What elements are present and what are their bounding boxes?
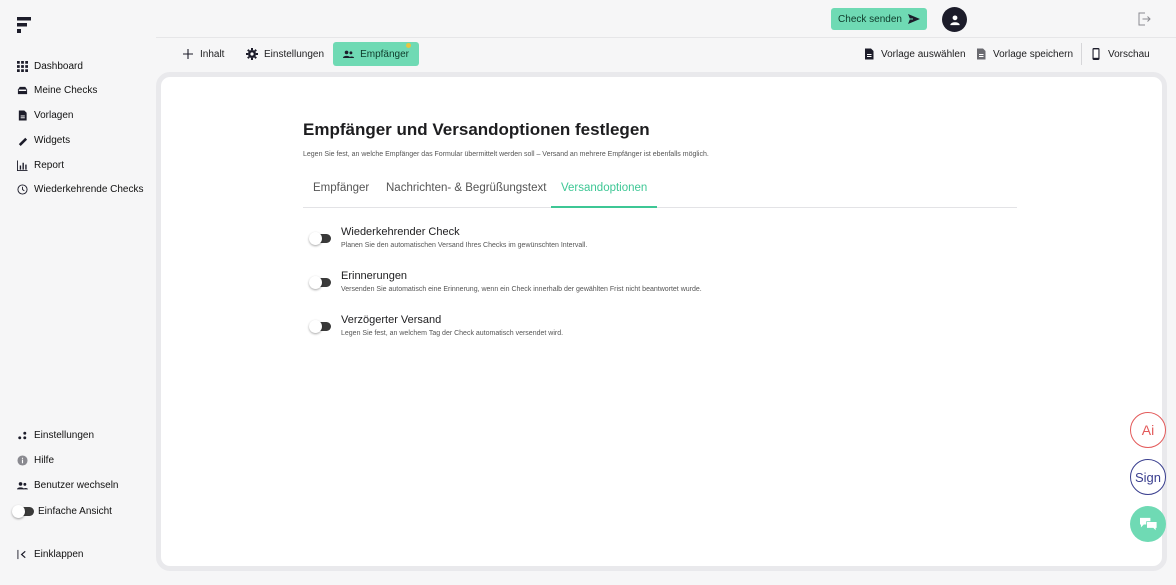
send-check-label: Check senden bbox=[838, 13, 902, 25]
main-card: Empfänger und Versandoptionen festlegen … bbox=[156, 72, 1167, 571]
sidebar-item-wiederkehrende-checks[interactable]: Wiederkehrende Checks bbox=[16, 180, 144, 198]
save-template-button[interactable]: Vorlage speichern bbox=[965, 42, 1083, 66]
collapse-icon bbox=[16, 548, 28, 560]
tab-empfaenger[interactable]: Empfänger bbox=[333, 42, 419, 66]
page-subtitle: Legen Sie fest, an welche Empfänger das … bbox=[303, 151, 709, 158]
delayed-dispatch-toggle[interactable] bbox=[309, 320, 331, 333]
send-check-button[interactable]: Check senden bbox=[831, 8, 927, 30]
preview-label: Vorschau bbox=[1108, 48, 1150, 60]
inbox-icon bbox=[16, 84, 28, 96]
recurring-check-toggle[interactable] bbox=[309, 232, 331, 245]
select-template-label: Vorlage auswählen bbox=[881, 48, 966, 60]
settings-icon bbox=[16, 429, 28, 441]
recipient-tabs: Empfänger Nachrichten- & Begrüßungstext … bbox=[303, 182, 1017, 208]
sidebar-item-label: Dashboard bbox=[34, 60, 83, 72]
option-description: Legen Sie fest, an welchem Tag der Check… bbox=[341, 330, 564, 337]
option-delayed-dispatch: Verzögerter Versand Legen Sie fest, an w… bbox=[309, 314, 564, 337]
save-template-label: Vorlage speichern bbox=[993, 48, 1074, 60]
preview-button[interactable]: Vorschau bbox=[1080, 42, 1160, 66]
sidebar-item-label: Hilfe bbox=[34, 454, 55, 466]
sidebar-item-einklappen[interactable]: Einklappen bbox=[16, 545, 83, 563]
select-template-button[interactable]: Vorlage auswählen bbox=[853, 42, 976, 66]
tab-inhalt-label: Inhalt bbox=[200, 48, 225, 60]
sidebar-item-label: Wiederkehrende Checks bbox=[34, 183, 144, 195]
tab-inhalt[interactable]: Inhalt bbox=[172, 42, 234, 66]
tab-einstellungen-label: Einstellungen bbox=[264, 48, 325, 60]
puzzle-icon bbox=[16, 134, 28, 146]
sidebar-item-benutzer-wechseln[interactable]: Benutzer wechseln bbox=[16, 476, 119, 494]
send-icon bbox=[907, 14, 920, 24]
option-recurring-check: Wiederkehrender Check Planen Sie den aut… bbox=[309, 226, 588, 249]
users-icon bbox=[16, 479, 28, 491]
sidebar-item-label: Einstellungen bbox=[34, 429, 95, 441]
sidebar-item-dashboard[interactable]: Dashboard bbox=[16, 57, 83, 75]
option-title: Wiederkehrender Check bbox=[341, 226, 460, 238]
clock-icon bbox=[16, 183, 28, 195]
brand-logo-icon[interactable] bbox=[16, 16, 32, 34]
sidebar-item-widgets[interactable]: Widgets bbox=[16, 131, 70, 149]
sidebar-item-label: Meine Checks bbox=[34, 84, 98, 96]
editor-toolbar: Inhalt Einstellungen Empfänger Vorlage a… bbox=[156, 42, 1176, 68]
sidebar: Dashboard Meine Checks Vorlagen Widgets … bbox=[0, 0, 156, 585]
info-icon bbox=[16, 454, 28, 466]
sidebar-item-label: Einklappen bbox=[34, 548, 84, 560]
sidebar-item-label: Vorlagen bbox=[34, 109, 74, 121]
tab-dispatch-options[interactable]: Versandoptionen bbox=[551, 182, 658, 208]
option-title: Verzögerter Versand bbox=[341, 314, 442, 326]
tab-messages[interactable]: Nachrichten- & Begrüßungstext bbox=[376, 182, 556, 208]
page-title: Empfänger und Versandoptionen festlegen bbox=[303, 120, 650, 139]
sidebar-item-einfache-ansicht[interactable]: Einfache Ansicht bbox=[12, 502, 112, 520]
save-template-icon bbox=[977, 48, 986, 60]
sidebar-item-einstellungen[interactable]: Einstellungen bbox=[16, 426, 94, 444]
sign-label: Sign bbox=[1134, 469, 1162, 485]
template-icon bbox=[865, 48, 874, 60]
user-avatar-icon[interactable] bbox=[942, 7, 967, 32]
grid-icon bbox=[16, 60, 28, 72]
ai-assistant-button[interactable]: Ai bbox=[1130, 412, 1166, 448]
simple-view-toggle[interactable] bbox=[12, 504, 34, 518]
sidebar-item-hilfe[interactable]: Hilfe bbox=[16, 451, 54, 469]
notification-dot bbox=[406, 43, 411, 48]
tab-empfaenger-label: Empfänger bbox=[360, 48, 409, 60]
sidebar-item-label: Benutzer wechseln bbox=[34, 479, 119, 491]
bar-chart-icon bbox=[16, 159, 28, 171]
sidebar-item-meine-checks[interactable]: Meine Checks bbox=[16, 81, 97, 99]
sign-button[interactable]: Sign bbox=[1130, 459, 1166, 495]
ai-label: Ai bbox=[1141, 422, 1155, 438]
chat-button[interactable] bbox=[1130, 506, 1166, 542]
sidebar-item-label: Report bbox=[34, 159, 65, 171]
reminders-toggle[interactable] bbox=[309, 276, 331, 289]
sidebar-item-label: Einfache Ansicht bbox=[38, 505, 112, 517]
top-bar: Check senden bbox=[156, 0, 1176, 38]
tab-recipients[interactable]: Empfänger bbox=[303, 182, 379, 208]
document-icon bbox=[16, 109, 28, 121]
option-description: Versenden Sie automatisch eine Erinnerun… bbox=[341, 286, 702, 293]
sidebar-item-vorlagen[interactable]: Vorlagen bbox=[16, 106, 73, 124]
chat-icon bbox=[1139, 517, 1157, 532]
option-description: Planen Sie den automatischen Versand Ihr… bbox=[341, 242, 588, 249]
sidebar-item-report[interactable]: Report bbox=[16, 156, 64, 174]
plus-icon bbox=[183, 49, 193, 59]
phone-icon bbox=[1092, 48, 1100, 60]
option-title: Erinnerungen bbox=[341, 270, 408, 282]
recipients-icon bbox=[343, 50, 355, 58]
sidebar-item-label: Widgets bbox=[34, 134, 71, 146]
gear-icon bbox=[246, 48, 258, 60]
logout-icon[interactable] bbox=[1137, 12, 1151, 26]
option-reminders: Erinnerungen Versenden Sie automatisch e… bbox=[309, 270, 702, 293]
tab-einstellungen[interactable]: Einstellungen bbox=[236, 42, 334, 66]
